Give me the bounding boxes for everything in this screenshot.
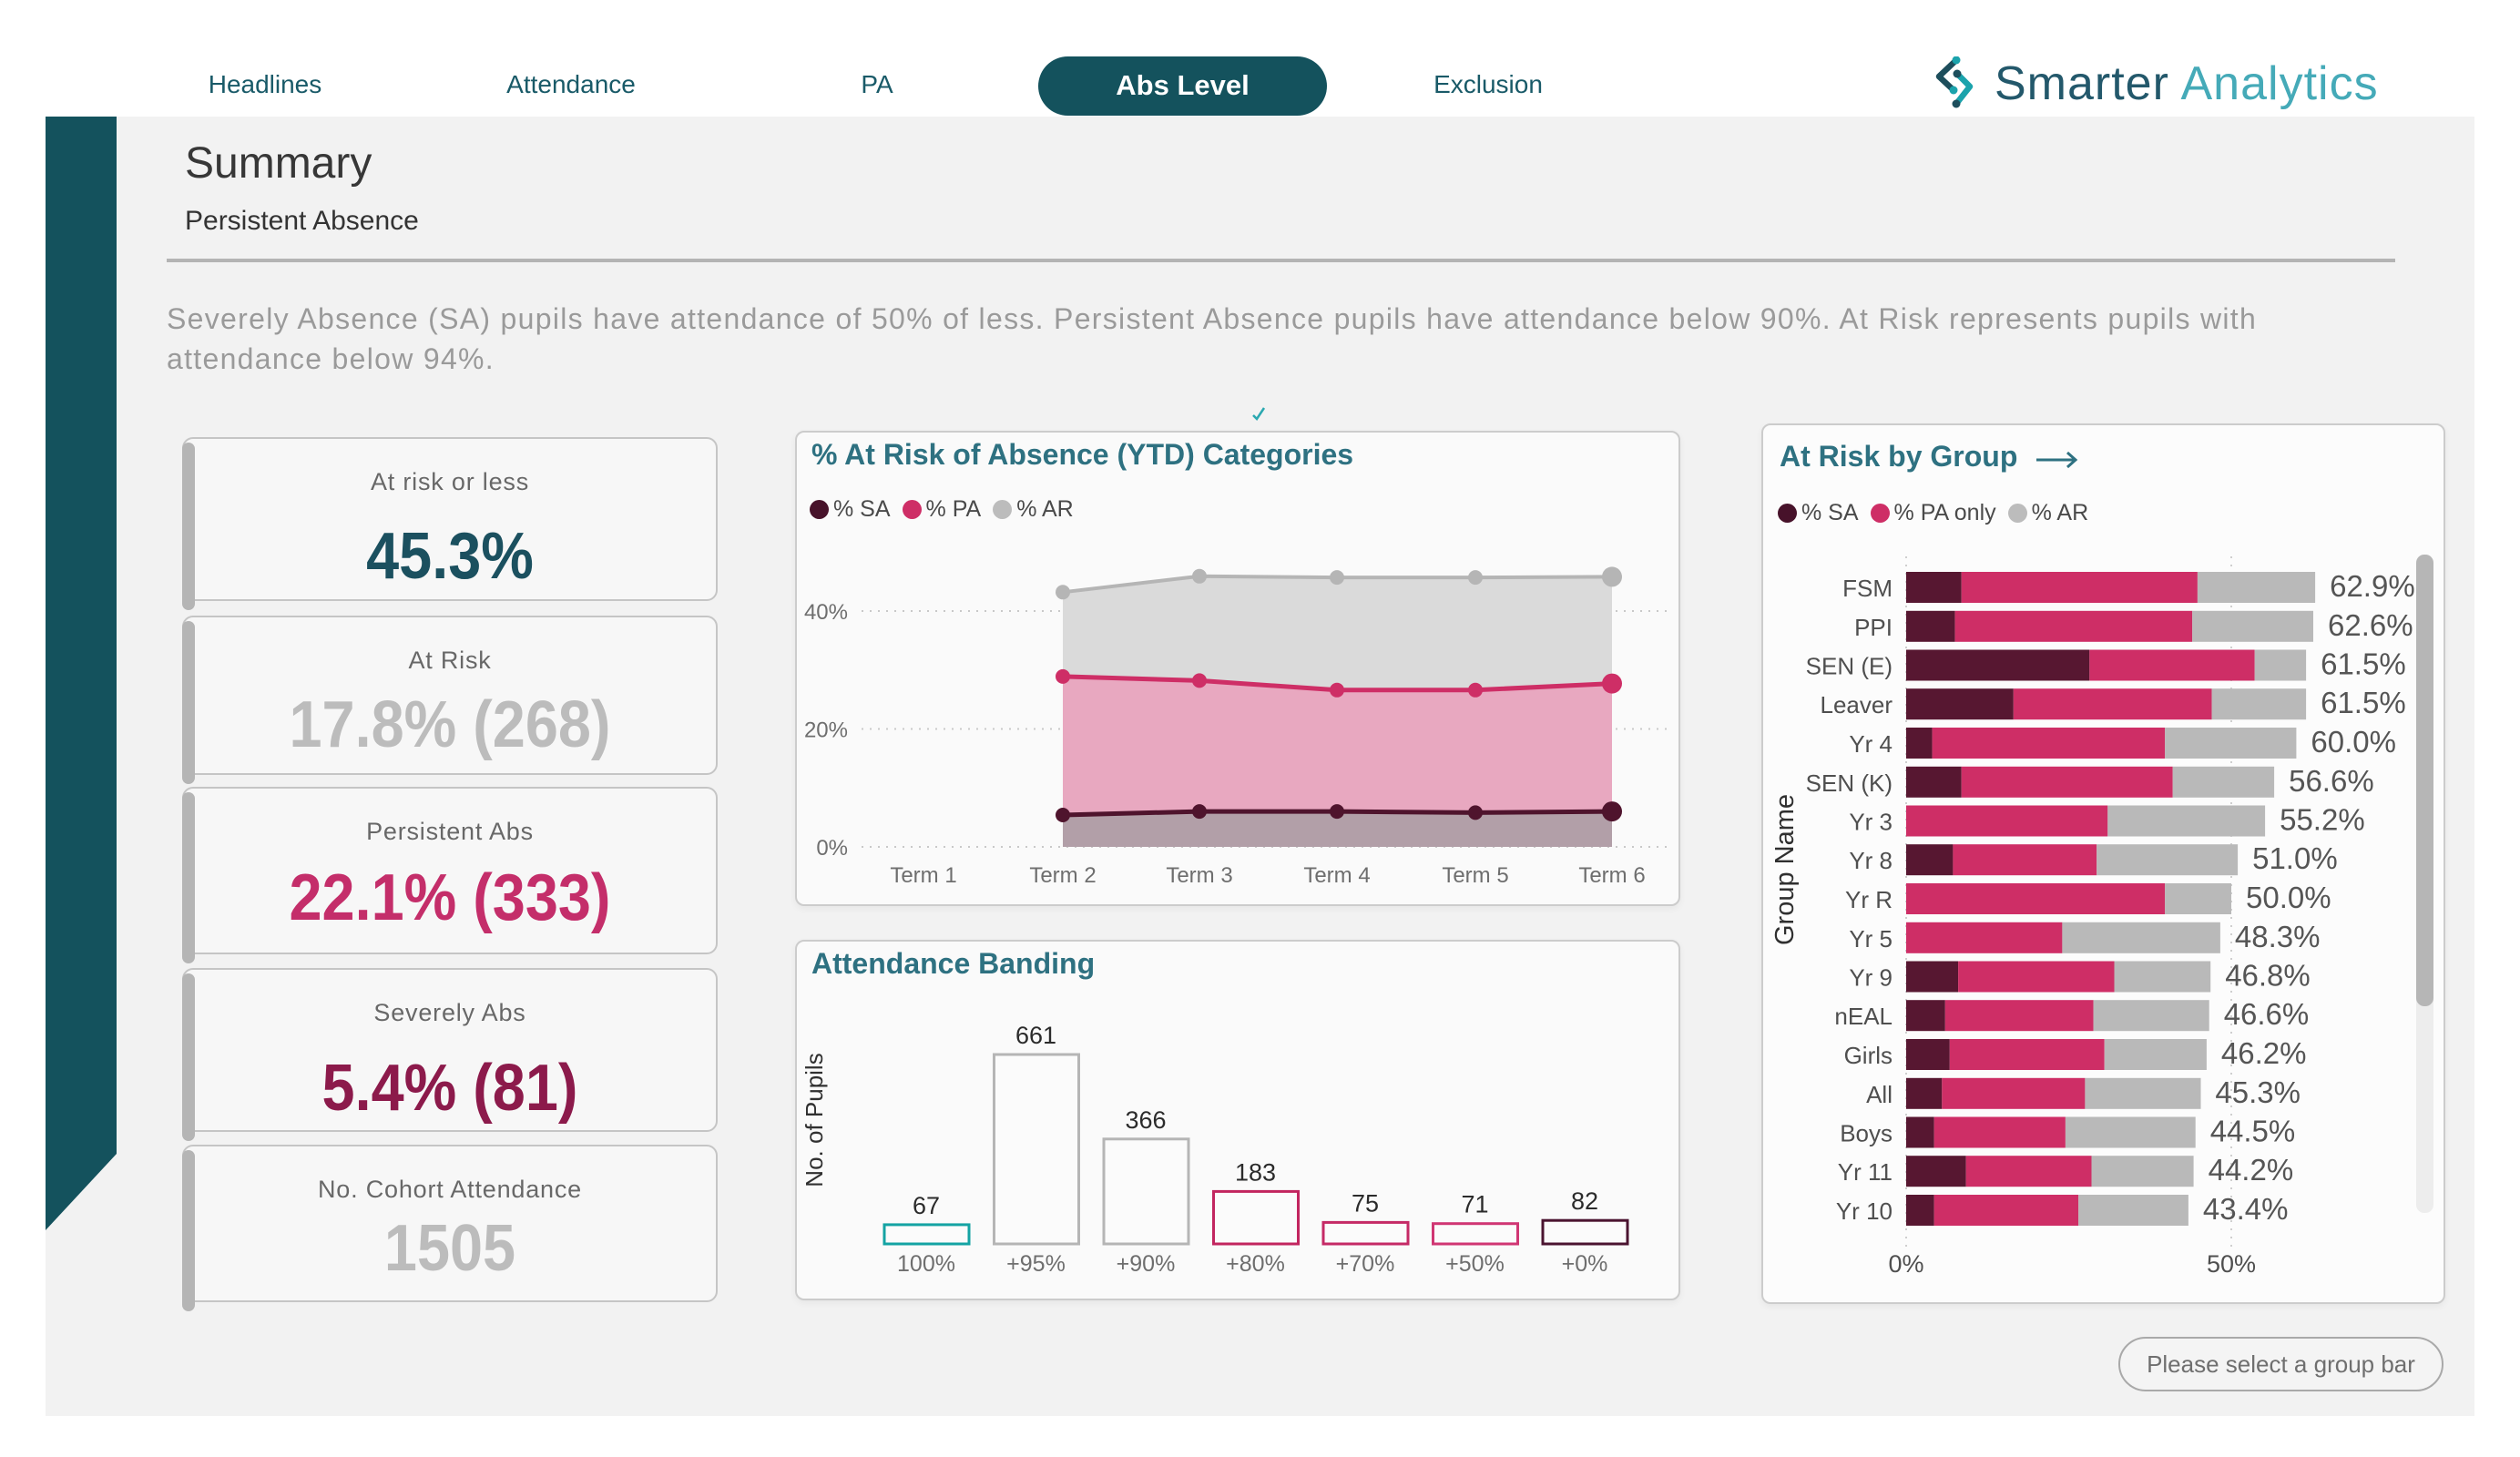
svg-text:100%: 100% [897, 1251, 955, 1277]
svg-text:71: 71 [1461, 1191, 1488, 1218]
svg-text:FSM: FSM [1842, 575, 1893, 602]
svg-text:46.6%: 46.6% [2224, 997, 2310, 1031]
svg-text:62.6%: 62.6% [2328, 608, 2413, 642]
svg-text:+95%: +95% [1006, 1251, 1066, 1277]
svg-text:0%: 0% [1888, 1250, 1923, 1278]
svg-text:Term 6: Term 6 [1578, 863, 1645, 888]
svg-text:51.0%: 51.0% [2252, 841, 2338, 875]
svg-text:50.0%: 50.0% [2246, 881, 2331, 914]
svg-text:Yr 8: Yr 8 [1849, 847, 1893, 874]
svg-text:+80%: +80% [1226, 1251, 1285, 1277]
svg-text:50%: 50% [2207, 1250, 2256, 1278]
svg-text:Yr 9: Yr 9 [1849, 964, 1893, 992]
svg-text:75: 75 [1352, 1189, 1379, 1217]
svg-text:48.3%: 48.3% [2235, 920, 2321, 953]
svg-text:Boys: Boys [1840, 1120, 1893, 1147]
svg-text:55.2%: 55.2% [2280, 803, 2365, 837]
svg-text:nEAL: nEAL [1834, 1003, 1893, 1030]
svg-text:+70%: +70% [1336, 1251, 1395, 1277]
svg-text:661: 661 [1015, 1022, 1056, 1049]
svg-text:No. of Pupils: No. of Pupils [801, 1053, 828, 1187]
svg-text:Term 5: Term 5 [1442, 863, 1508, 888]
svg-text:+90%: +90% [1117, 1251, 1176, 1277]
svg-text:44.5%: 44.5% [2210, 1115, 2296, 1148]
svg-text:56.6%: 56.6% [2289, 764, 2374, 798]
svg-text:Yr 3: Yr 3 [1849, 809, 1893, 836]
svg-text:46.8%: 46.8% [2225, 959, 2311, 993]
svg-text:61.5%: 61.5% [2321, 647, 2406, 681]
svg-text:SEN (E): SEN (E) [1806, 653, 1893, 680]
svg-text:43.4%: 43.4% [2203, 1192, 2289, 1226]
svg-text:183: 183 [1235, 1158, 1276, 1186]
svg-text:61.5%: 61.5% [2321, 686, 2406, 719]
svg-text:Leaver: Leaver [1821, 691, 1893, 718]
svg-text:Term 4: Term 4 [1303, 863, 1370, 888]
svg-text:0%: 0% [816, 836, 848, 861]
svg-text:40%: 40% [804, 600, 848, 625]
svg-text:20%: 20% [804, 718, 848, 743]
svg-text:46.2%: 46.2% [2221, 1036, 2307, 1070]
svg-text:67: 67 [913, 1192, 940, 1219]
svg-text:62.9%: 62.9% [2330, 569, 2415, 603]
svg-text:PPI: PPI [1854, 614, 1893, 641]
svg-text:Girls: Girls [1844, 1042, 1893, 1069]
svg-text:45.3%: 45.3% [2215, 1075, 2301, 1109]
svg-text:Yr 5: Yr 5 [1849, 925, 1893, 953]
svg-text:Yr 10: Yr 10 [1836, 1197, 1893, 1225]
svg-text:SEN (K): SEN (K) [1806, 769, 1893, 797]
svg-text:Term 2: Term 2 [1029, 863, 1096, 888]
svg-text:All: All [1866, 1081, 1893, 1108]
svg-text:+50%: +50% [1445, 1251, 1505, 1277]
svg-text:366: 366 [1125, 1106, 1166, 1134]
svg-text:Yr 11: Yr 11 [1838, 1158, 1893, 1186]
svg-text:Term 3: Term 3 [1166, 863, 1232, 888]
svg-text:Group Name: Group Name [1770, 794, 1800, 945]
svg-text:+0%: +0% [1562, 1251, 1608, 1277]
svg-text:Yr 4: Yr 4 [1849, 730, 1893, 758]
svg-text:Yr R: Yr R [1845, 886, 1893, 913]
svg-text:82: 82 [1571, 1187, 1598, 1215]
svg-text:Term 1: Term 1 [890, 863, 956, 888]
svg-text:60.0%: 60.0% [2311, 725, 2396, 759]
svg-text:44.2%: 44.2% [2209, 1153, 2294, 1187]
